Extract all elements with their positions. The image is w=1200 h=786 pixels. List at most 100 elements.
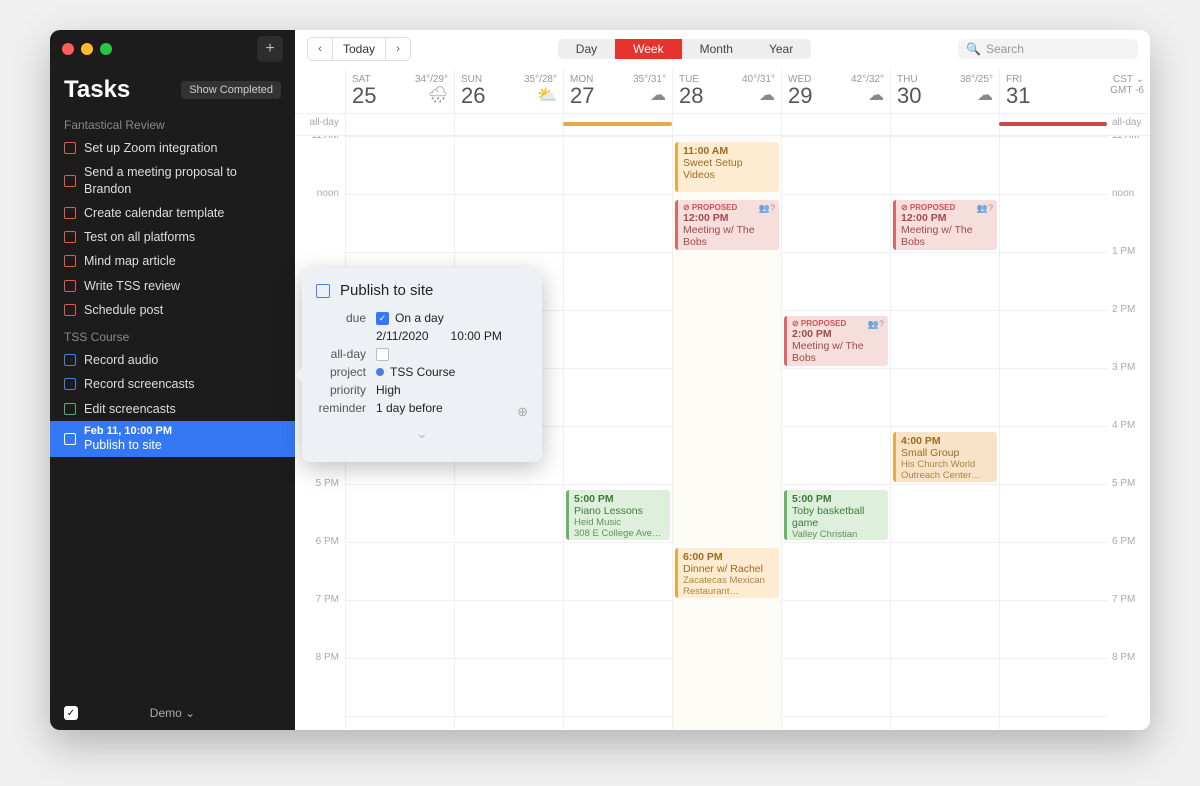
task-checkbox[interactable] [64,378,76,390]
time-label: 1 PM [1112,246,1150,304]
time-label: 11 AM [295,136,345,188]
day-header-row: SAT34°/29° 25🌧SUN35°/28° 26⛅MON35°/31° 2… [295,68,1150,114]
nav-segment: ‹ Today › [307,37,411,61]
timezone-label[interactable]: CST ⌄GMT -6 [1108,68,1150,113]
allday-event[interactable] [563,122,671,126]
day-header[interactable]: TUE40°/31° 28☁ [672,68,781,113]
calendar-event[interactable]: ⊘ PROPOSED2:00 PMMeeting w/ The Bobs👥? [784,316,888,366]
task-item[interactable]: Record screencasts [50,372,295,396]
day-column-mon[interactable]: 5:00 PMPiano LessonsHeid Music308 E Coll… [563,136,672,730]
calendar-set-selector[interactable]: Demo ⌄ [150,706,195,720]
task-checkbox[interactable] [64,207,76,219]
show-completed-button[interactable]: Show Completed [181,81,281,99]
popover-date-field[interactable]: 2/11/2020 [376,329,429,343]
task-item[interactable]: Write TSS review [50,274,295,298]
task-checkbox[interactable] [64,175,76,187]
close-window-button[interactable] [62,43,74,55]
allday-event[interactable] [999,122,1107,126]
task-item[interactable]: Test on all platforms [50,225,295,249]
task-group-label: TSS Course [50,322,295,348]
task-checkbox[interactable] [64,354,76,366]
popover-checkbox[interactable] [316,284,330,298]
prev-button[interactable]: ‹ [308,38,332,60]
tasks-view-icon[interactable]: ✓ [64,706,78,720]
calendar-event[interactable]: ⊘ PROPOSED12:00 PMMeeting w/ The Bobs👥? [675,200,779,250]
day-header[interactable]: SAT34°/29° 25🌧 [345,68,454,113]
day-header[interactable]: FRI 31 [999,68,1108,113]
popover-project-selector[interactable]: TSS Course [376,365,528,379]
allday-row: all-day all-day [295,114,1150,136]
task-checkbox[interactable] [64,433,76,445]
task-item[interactable]: Schedule post [50,298,295,322]
popover-allday-checkbox[interactable] [376,348,389,361]
time-label: noon [1112,188,1150,246]
task-item[interactable]: Record audio [50,348,295,372]
time-label: 3 PM [1112,362,1150,420]
task-item[interactable]: Set up Zoom integration [50,136,295,160]
popover-due-toggle[interactable]: ✓On a day [376,311,528,325]
sidebar-header: Tasks Show Completed [50,68,295,110]
view-year-button[interactable]: Year [751,39,811,59]
view-segment: Day Week Month Year [558,39,811,59]
time-label: 5 PM [1112,478,1150,536]
next-button[interactable]: › [386,38,410,60]
popover-priority-selector[interactable]: High [376,383,528,397]
time-label: 8 PM [1112,652,1150,710]
time-label: 4 PM [1112,420,1150,478]
add-task-button[interactable]: + [257,36,283,62]
expand-popover-icon[interactable]: ⌄ [302,425,542,442]
day-column-fri[interactable] [999,136,1108,730]
day-header[interactable]: WED42°/32° 29☁ [781,68,890,113]
allday-cells [345,114,1108,135]
calendar-event[interactable]: ⊘ PROPOSED12:00 PMMeeting w/ The Bobs👥? [893,200,997,250]
calendar-event[interactable]: 4:00 PMSmall GroupHis Church World Outre… [893,432,997,482]
task-item-selected[interactable]: Feb 11, 10:00 PM Publish to site [50,421,295,457]
allday-label-right: all-day [1108,114,1150,135]
time-label: 6 PM [1112,536,1150,594]
time-label: 6 PM [295,536,345,594]
day-header[interactable]: THU38°/25° 30☁ [890,68,999,113]
task-checkbox[interactable] [64,280,76,292]
calendar-event[interactable]: 5:00 PMToby basketball gameValley Christ… [784,490,888,540]
popover-title[interactable]: Publish to site [340,282,433,299]
task-checkbox[interactable] [64,403,76,415]
task-detail-popover: Publish to site due ✓On a day 2/11/2020 … [302,268,542,462]
task-item[interactable]: Create calendar template [50,201,295,225]
task-item[interactable]: Mind map article [50,249,295,273]
popover-time-field[interactable]: 10:00 PM [451,329,502,343]
task-group-label: Fantastical Review [50,110,295,136]
maximize-window-button[interactable] [100,43,112,55]
calendar-event[interactable]: 6:00 PMDinner w/ RachelZacatecas Mexican… [675,548,779,598]
task-checkbox[interactable] [64,255,76,267]
time-label: 8 PM [295,652,345,710]
view-month-button[interactable]: Month [682,39,751,59]
day-header[interactable]: SUN35°/28° 26⛅ [454,68,563,113]
view-day-button[interactable]: Day [558,39,615,59]
time-label: 7 PM [1112,594,1150,652]
calendar-event[interactable]: 11:00 AMSweet Setup Videos [675,142,779,192]
toolbar: ‹ Today › Day Week Month Year 🔍 Search [295,30,1150,68]
allday-label-left: all-day [295,114,345,135]
day-column-thu[interactable]: ⊘ PROPOSED12:00 PMMeeting w/ The Bobs👥? 4… [890,136,999,730]
app-window: + Tasks Show Completed Fantastical Revie… [50,30,1150,730]
day-column-tue[interactable]: 11:00 AMSweet Setup Videos ⊘ PROPOSED12:0… [672,136,781,730]
view-week-button[interactable]: Week [615,39,681,59]
today-button[interactable]: Today [332,38,386,60]
popover-reminder-selector[interactable]: 1 day before [376,401,528,415]
task-due-date: Feb 11, 10:00 PM [84,425,172,437]
day-column-wed[interactable]: ⊘ PROPOSED2:00 PMMeeting w/ The Bobs👥? 5:… [781,136,890,730]
task-checkbox[interactable] [64,231,76,243]
task-checkbox[interactable] [64,142,76,154]
sidebar-title: Tasks [64,76,130,104]
task-item[interactable]: Edit screencasts [50,397,295,421]
task-checkbox[interactable] [64,304,76,316]
calendar-event[interactable]: 5:00 PMPiano LessonsHeid Music308 E Coll… [566,490,670,540]
task-item[interactable]: Send a meeting proposal to Brandon [50,160,295,201]
add-reminder-button[interactable]: ⊕ [517,404,528,420]
sidebar: + Tasks Show Completed Fantastical Revie… [50,30,295,730]
search-placeholder: Search [986,42,1024,56]
minimize-window-button[interactable] [81,43,93,55]
search-field[interactable]: 🔍 Search [958,39,1138,59]
day-header[interactable]: MON35°/31° 27☁ [563,68,672,113]
traffic-lights [62,43,112,55]
